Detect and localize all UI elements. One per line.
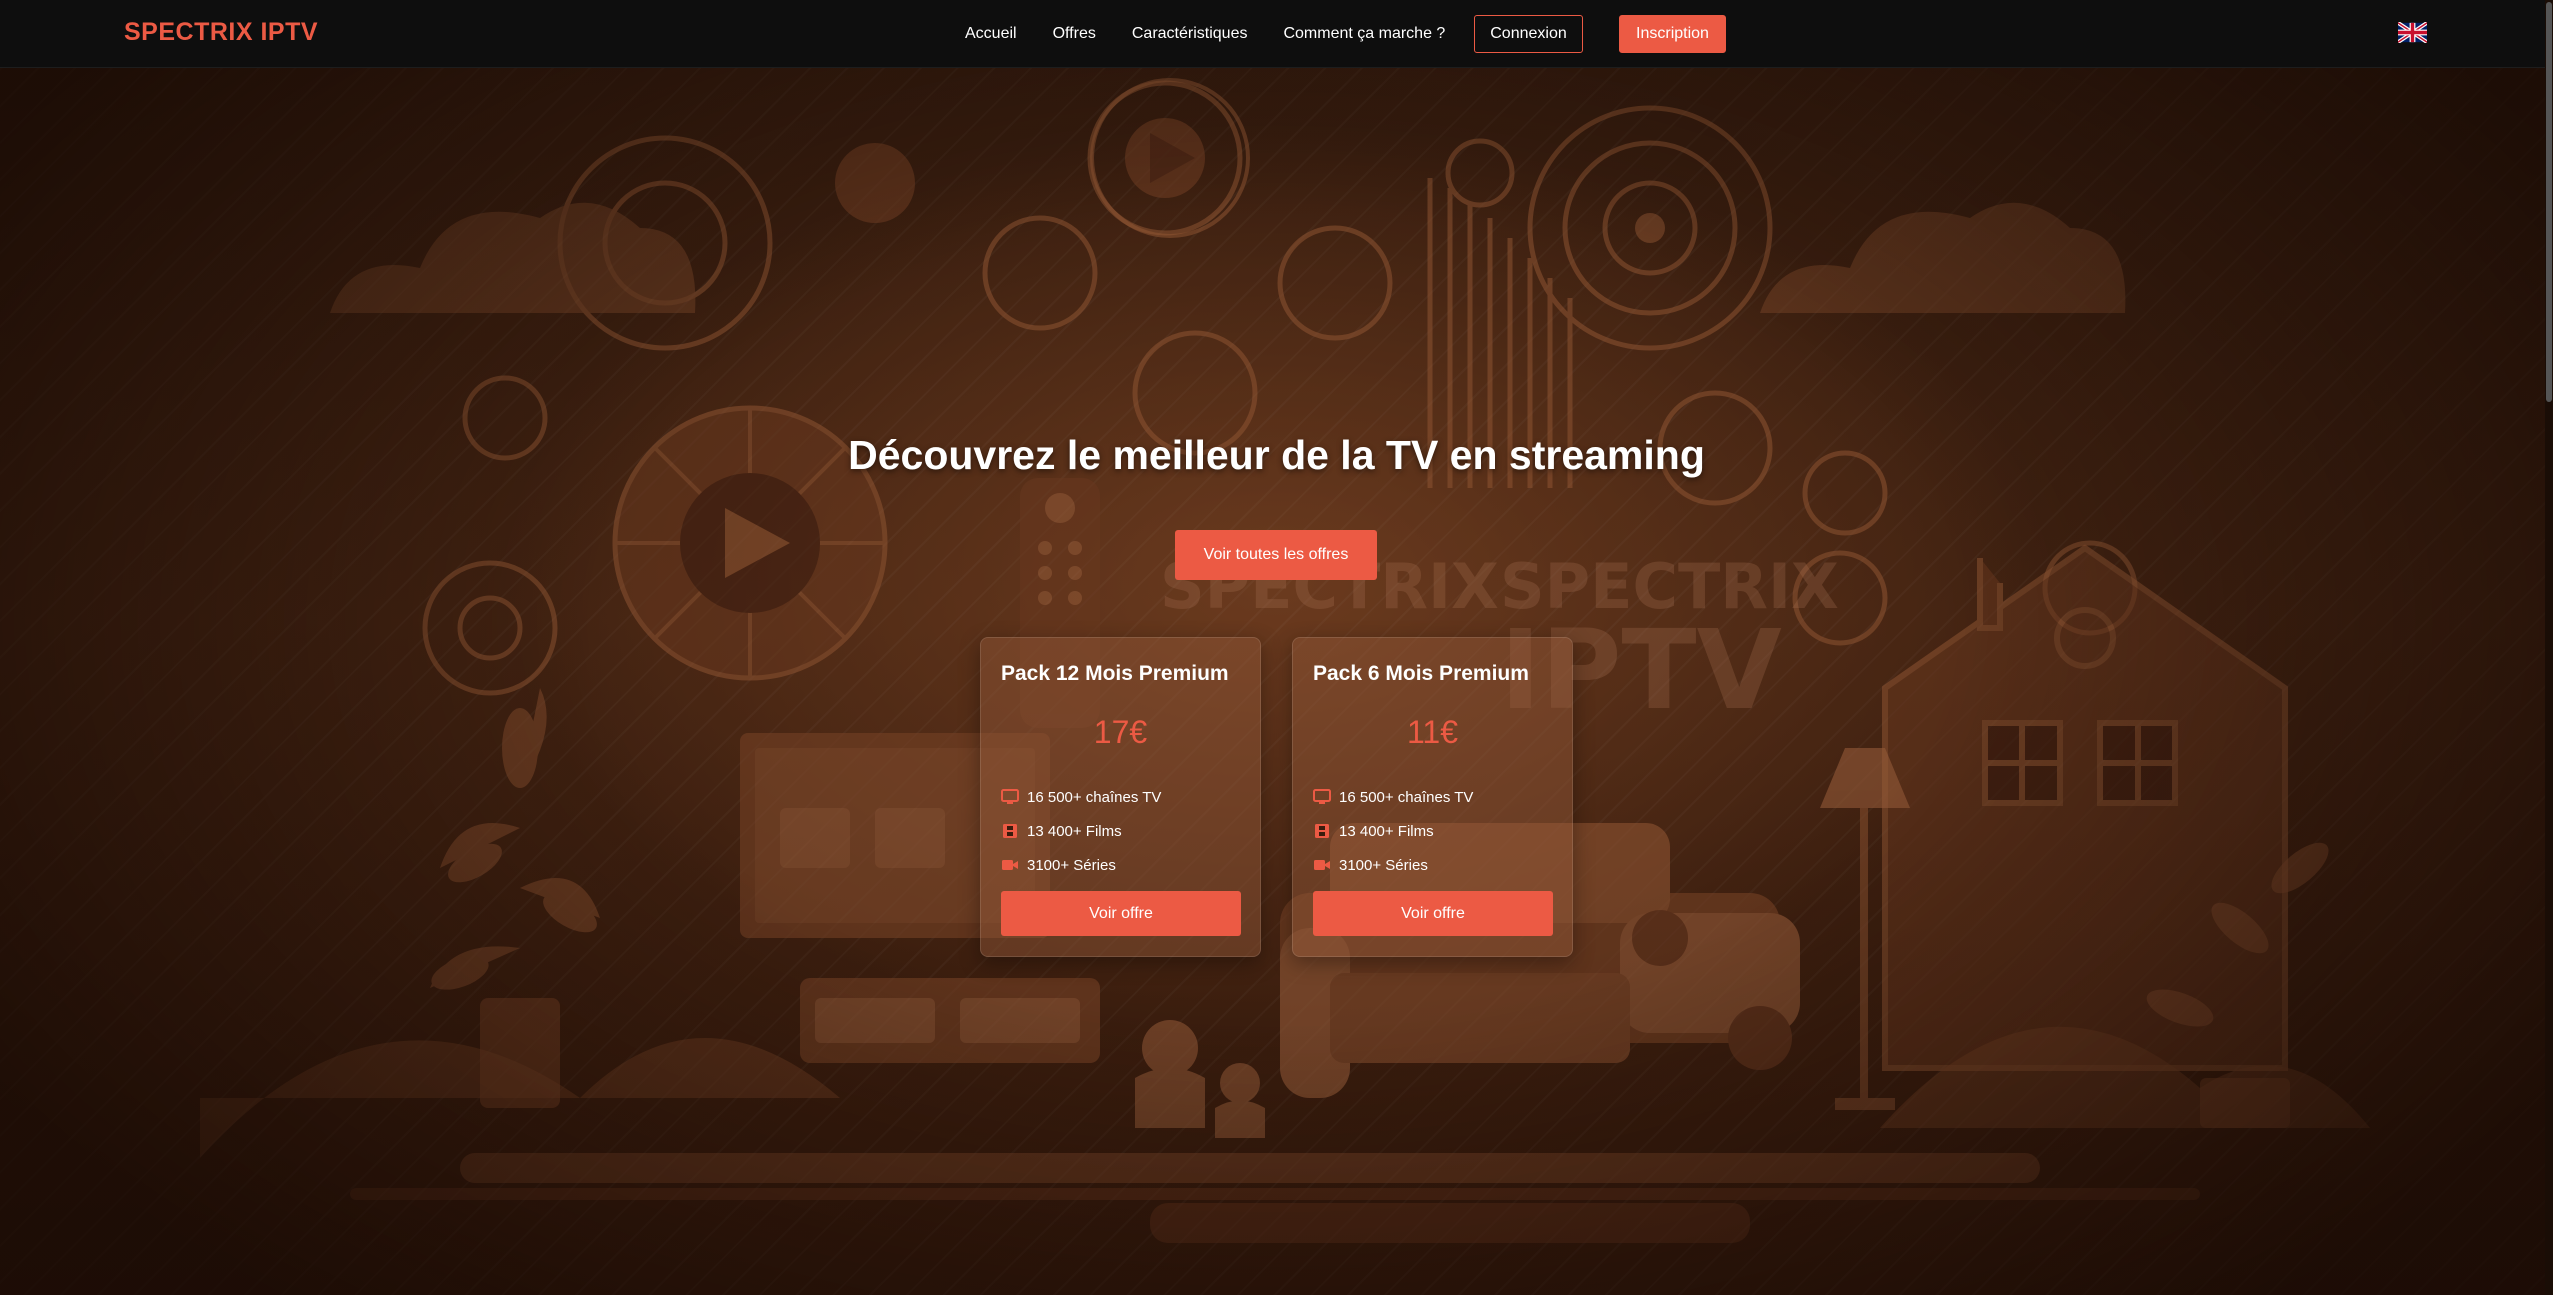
nav-link-comment-ca-marche[interactable]: Comment ça marche ? <box>1283 25 1445 43</box>
feature-item: 16 500+ chaînes TV <box>1313 780 1473 814</box>
feature-text: 13 400+ Films <box>1339 822 1434 840</box>
signup-button[interactable]: Inscription <box>1619 15 1726 53</box>
feature-text: 16 500+ chaînes TV <box>1027 788 1162 806</box>
offer-title: Pack 6 Mois Premium <box>1313 662 1529 685</box>
film-icon <box>1315 824 1329 838</box>
hero-section: SPECTRIX SPECTRIX IPTV <box>0 68 2553 1295</box>
offer-card-6-months: Pack 6 Mois Premium 11€ 16 500+ chaînes … <box>1292 637 1573 957</box>
view-all-offers-button[interactable]: Voir toutes les offres <box>1175 530 1377 580</box>
page-scrollbar[interactable] <box>2545 0 2553 1295</box>
feature-item: 3100+ Séries <box>1001 848 1161 882</box>
offer-price: 17€ <box>1093 714 1148 750</box>
tv-icon <box>1313 789 1331 804</box>
uk-flag-icon[interactable] <box>2398 22 2427 43</box>
nav-links: Accueil Offres Caractéristiques Comment … <box>965 0 1445 68</box>
view-offer-button[interactable]: Voir offre <box>1001 891 1241 936</box>
feature-text: 3100+ Séries <box>1339 856 1428 874</box>
nav-link-caracteristiques[interactable]: Caractéristiques <box>1132 25 1248 43</box>
top-navbar: SPECTRIX IPTV Accueil Offres Caractérist… <box>0 0 2553 68</box>
tv-icon <box>1001 789 1019 804</box>
nav-link-accueil[interactable]: Accueil <box>965 25 1017 43</box>
nav-link-offres[interactable]: Offres <box>1053 25 1096 43</box>
feature-item: 13 400+ Films <box>1001 814 1161 848</box>
hero-vignette <box>0 68 2553 1295</box>
feature-text: 13 400+ Films <box>1027 822 1122 840</box>
feature-text: 3100+ Séries <box>1027 856 1116 874</box>
hero-title: Découvrez le meilleur de la TV en stream… <box>848 432 1705 478</box>
feature-item: 13 400+ Films <box>1313 814 1473 848</box>
film-icon <box>1003 824 1017 838</box>
video-camera-icon <box>1314 860 1330 870</box>
feature-item: 16 500+ chaînes TV <box>1001 780 1161 814</box>
brand-logo[interactable]: SPECTRIX IPTV <box>124 18 318 47</box>
feature-list: 16 500+ chaînes TV 13 400+ Films 3100+ S… <box>1313 780 1473 882</box>
login-button[interactable]: Connexion <box>1474 15 1583 53</box>
offer-card-12-months: Pack 12 Mois Premium 17€ 16 500+ chaînes… <box>980 637 1261 957</box>
offer-title: Pack 12 Mois Premium <box>1001 662 1229 685</box>
offer-price: 11€ <box>1406 714 1458 750</box>
feature-item: 3100+ Séries <box>1313 848 1473 882</box>
scrollbar-thumb[interactable] <box>2546 2 2552 402</box>
feature-text: 16 500+ chaînes TV <box>1339 788 1474 806</box>
view-offer-button[interactable]: Voir offre <box>1313 891 1553 936</box>
video-camera-icon <box>1002 860 1018 870</box>
feature-list: 16 500+ chaînes TV 13 400+ Films 3100+ S… <box>1001 780 1161 882</box>
